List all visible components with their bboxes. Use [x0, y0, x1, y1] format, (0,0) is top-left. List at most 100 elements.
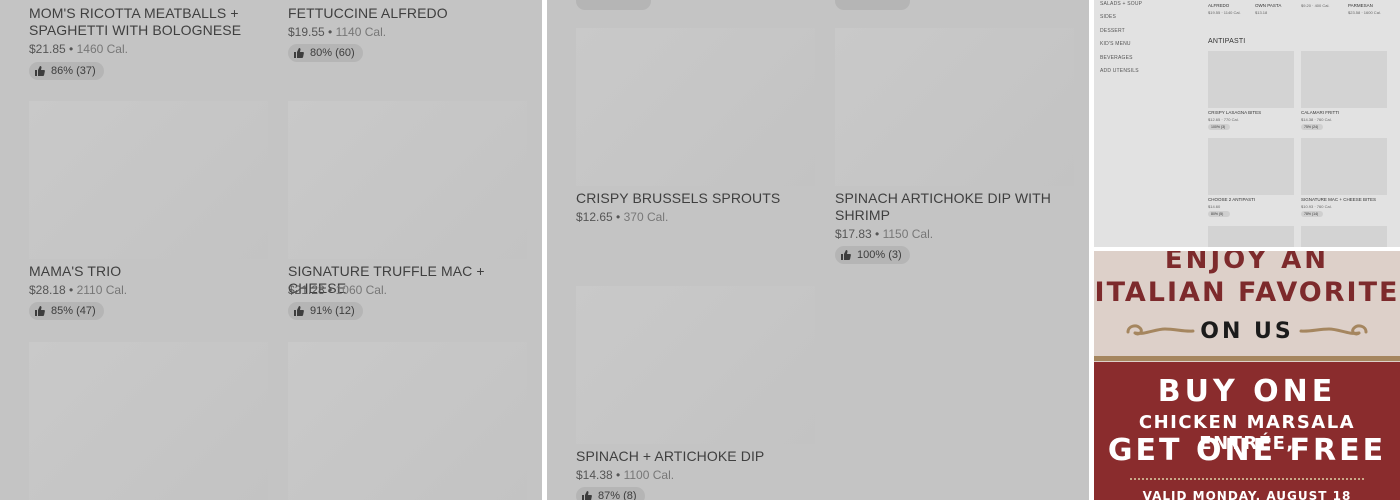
rating-text: 91% (12)	[310, 305, 355, 317]
category-nav-item[interactable]: ADD UTENSILS	[1100, 68, 1139, 74]
rating-badge: 80% (60)	[288, 44, 363, 62]
menu-overview-thumbnail: SALADS + SOUP SIDES DESSERT KID'S MENU B…	[1094, 0, 1400, 247]
promo-offer-area: BUY ONE CHICKEN MARSALA ENTRÉE, GET ONE …	[1094, 362, 1400, 500]
promo-headline-1: ENJOY AN	[1164, 251, 1330, 275]
category-nav-item[interactable]: SIDES	[1100, 14, 1116, 20]
thumbs-up-icon	[35, 66, 45, 76]
thumb-item-photo[interactable]	[1301, 51, 1387, 108]
thumb-item-name: PARMESAN	[1348, 3, 1373, 8]
thumb-rating-badge: 100% (3)	[1208, 124, 1230, 130]
category-nav-item[interactable]: KID'S MENU	[1100, 41, 1131, 47]
thumb-item-meta: $14.60	[1208, 204, 1221, 209]
menu-item-photo	[835, 28, 1074, 186]
separator: •	[875, 227, 880, 241]
thumb-item-photo[interactable]	[1208, 226, 1294, 247]
thumbs-up-icon	[294, 306, 304, 316]
thumb-item-photo[interactable]	[1208, 138, 1294, 195]
thumb-item-photo[interactable]	[1301, 226, 1387, 247]
thumb-item-name: ALFREDO	[1208, 3, 1230, 8]
menu-item-price: $21.28	[288, 283, 325, 297]
thumbs-up-icon	[582, 491, 592, 500]
rating-text: 80% (60)	[310, 47, 355, 59]
separator: •	[616, 468, 621, 482]
menu-item-photo[interactable]	[29, 342, 268, 500]
thumb-rating-badge: 75% (24)	[1301, 124, 1323, 130]
menu-item-price: $17.83	[835, 227, 872, 241]
thumb-item-meta: $10.93 · 760 Cal.	[1301, 204, 1332, 209]
rating-badge: 86% (37)	[29, 62, 104, 80]
menu-item-photo[interactable]	[288, 342, 527, 500]
separator: •	[328, 283, 333, 297]
menu-item-calories: 1060 Cal.	[335, 283, 387, 297]
menu-item-name: SPINACH ARTICHOKE DIP WITH SHRIMP	[835, 190, 1052, 223]
rating-badge: 87% (8)	[576, 487, 645, 500]
rating-text: 86% (37)	[51, 65, 96, 77]
rating-text: 87% (8)	[598, 490, 637, 500]
thumb-item-meta: $9.20 · 400 Cal.	[1301, 3, 1330, 8]
rating-badge	[576, 0, 651, 10]
menu-item-name: MOM'S RICOTTA MEATBALLS + SPAGHETTI WITH…	[29, 5, 242, 38]
thumb-item-name: CHOOSE 2 ANTIPASTI	[1208, 197, 1256, 202]
menu-item-meta: $21.28 • 1060 Cal.	[288, 283, 387, 297]
menu-item-calories: 1140 Cal.	[335, 25, 387, 39]
menu-item-calories: 1150 Cal.	[882, 227, 934, 241]
menu-item-calories: 1460 Cal.	[76, 42, 128, 56]
thumb-item-name: SIGNATURE MAC + CHEESE BITES	[1301, 197, 1377, 202]
rating-badge	[835, 0, 910, 10]
menu-item-price: $28.18	[29, 283, 66, 297]
divider-band	[1094, 356, 1400, 361]
rating-text: 85% (47)	[51, 305, 96, 317]
menu-item-name: SPINACH + ARTICHOKE DIP	[576, 448, 765, 464]
thumbs-up-icon	[35, 306, 45, 316]
separator: •	[616, 210, 621, 224]
menu-item-price: $12.65	[576, 210, 613, 224]
thumbs-up-icon	[841, 250, 851, 260]
thumb-item-name: CALAMARI FRITTI	[1301, 110, 1340, 115]
thumb-item-meta: $19.55 · 1140 Cal.	[1208, 10, 1241, 15]
separator: •	[69, 283, 74, 297]
menu-item-photo	[288, 101, 527, 259]
rating-text: 100% (3)	[857, 249, 902, 261]
menu-item-name: MAMA'S TRIO	[29, 263, 122, 279]
thumb-item-name: OWN PASTA	[1255, 3, 1282, 8]
thumb-item-photo[interactable]	[1208, 51, 1294, 108]
menu-item-meta: $14.38 • 1100 Cal.	[576, 468, 674, 482]
section-title: ANTIPASTI	[1208, 38, 1246, 45]
thumb-item-meta: $12.65 · 770 Cal.	[1208, 117, 1239, 122]
promo-offer-3: GET ONE FREE	[1107, 433, 1387, 468]
menu-item-meta: $12.65 • 370 Cal.	[576, 210, 668, 224]
thumb-item-meta: $14.38 · 760 Cal.	[1301, 117, 1332, 122]
menu-item-price: $19.55	[288, 25, 325, 39]
thumb-item-meta: $13.18	[1255, 10, 1268, 15]
flourish-right-icon	[1299, 324, 1368, 336]
menu-item-photo	[576, 28, 815, 186]
category-nav-item[interactable]: DESSERT	[1100, 28, 1125, 34]
menu-item-meta: $17.83 • 1150 Cal.	[835, 227, 933, 241]
menu-item-name: CRISPY BRUSSELS SPROUTS	[576, 190, 781, 206]
menu-item-name: FETTUCCINE ALFREDO	[288, 5, 448, 21]
menu-panel-middle: CRISPY BRUSSELS SPROUTS $12.65 • 370 Cal…	[547, 0, 1089, 500]
rating-badge: 100% (3)	[835, 246, 910, 264]
thumbs-up-icon	[294, 48, 304, 58]
menu-item-photo	[29, 101, 268, 259]
promo-offer-1: BUY ONE	[1157, 374, 1337, 409]
category-nav-item[interactable]: SALADS + SOUP	[1100, 1, 1142, 7]
thumb-rating-badge: 80% (5)	[1208, 211, 1230, 217]
rating-badge: 91% (12)	[288, 302, 363, 320]
promo-headline-2: ITALIAN FAVORITE	[1094, 277, 1400, 308]
thumb-item-photo[interactable]	[1301, 138, 1387, 195]
dotted-divider	[1130, 478, 1364, 480]
promo-valid-date: VALID MONDAY, AUGUST 18	[1142, 489, 1352, 500]
menu-panel-left: MOM'S RICOTTA MEATBALLS + SPAGHETTI WITH…	[0, 0, 542, 500]
thumb-rating-badge: 78% (14)	[1301, 211, 1323, 217]
menu-item-meta: $28.18 • 2110 Cal.	[29, 283, 127, 297]
thumb-item-name: CRISPY LASAGNA BITES	[1208, 110, 1262, 115]
separator: •	[69, 42, 74, 56]
menu-item-price: $21.85	[29, 42, 66, 56]
menu-item-photo	[576, 286, 815, 444]
menu-item-meta: $19.55 • 1140 Cal.	[288, 25, 386, 39]
promo-banner[interactable]: ENJOY AN ITALIAN FAVORITE ON US BUY ONE …	[1094, 251, 1400, 500]
menu-item-calories: 2110 Cal.	[76, 283, 128, 297]
category-nav-item[interactable]: BEVERAGES	[1100, 55, 1133, 61]
menu-item-calories: 1100 Cal.	[623, 468, 675, 482]
